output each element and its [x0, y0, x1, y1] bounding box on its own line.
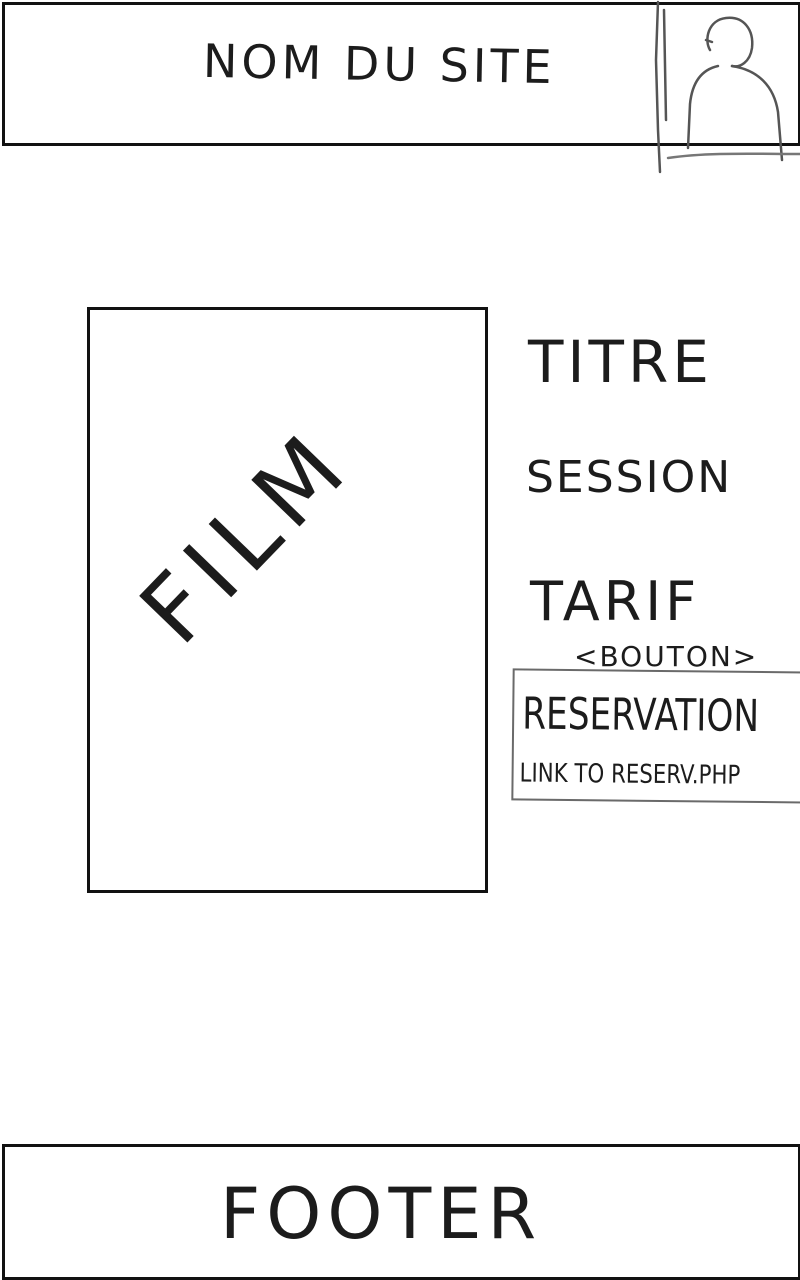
reservation-link-note: LINK TO RESERV.PHP [519, 758, 741, 791]
reservation-button-label: RESERVATION [521, 688, 760, 742]
movie-session: SESSION [526, 452, 733, 503]
movie-price: TARIF [530, 570, 701, 633]
reservation-button[interactable]: RESERVATION LINK TO RESERV.PHP [511, 668, 800, 804]
footer-label: FOOTER [220, 1173, 543, 1255]
button-hint: <BOUTON> [574, 640, 759, 673]
person-silhouette-icon[interactable] [648, 0, 800, 180]
site-name[interactable]: NOM DU SITE [203, 34, 556, 94]
movie-title: TITRE [528, 328, 713, 396]
site-footer: FOOTER [2, 1144, 800, 1280]
